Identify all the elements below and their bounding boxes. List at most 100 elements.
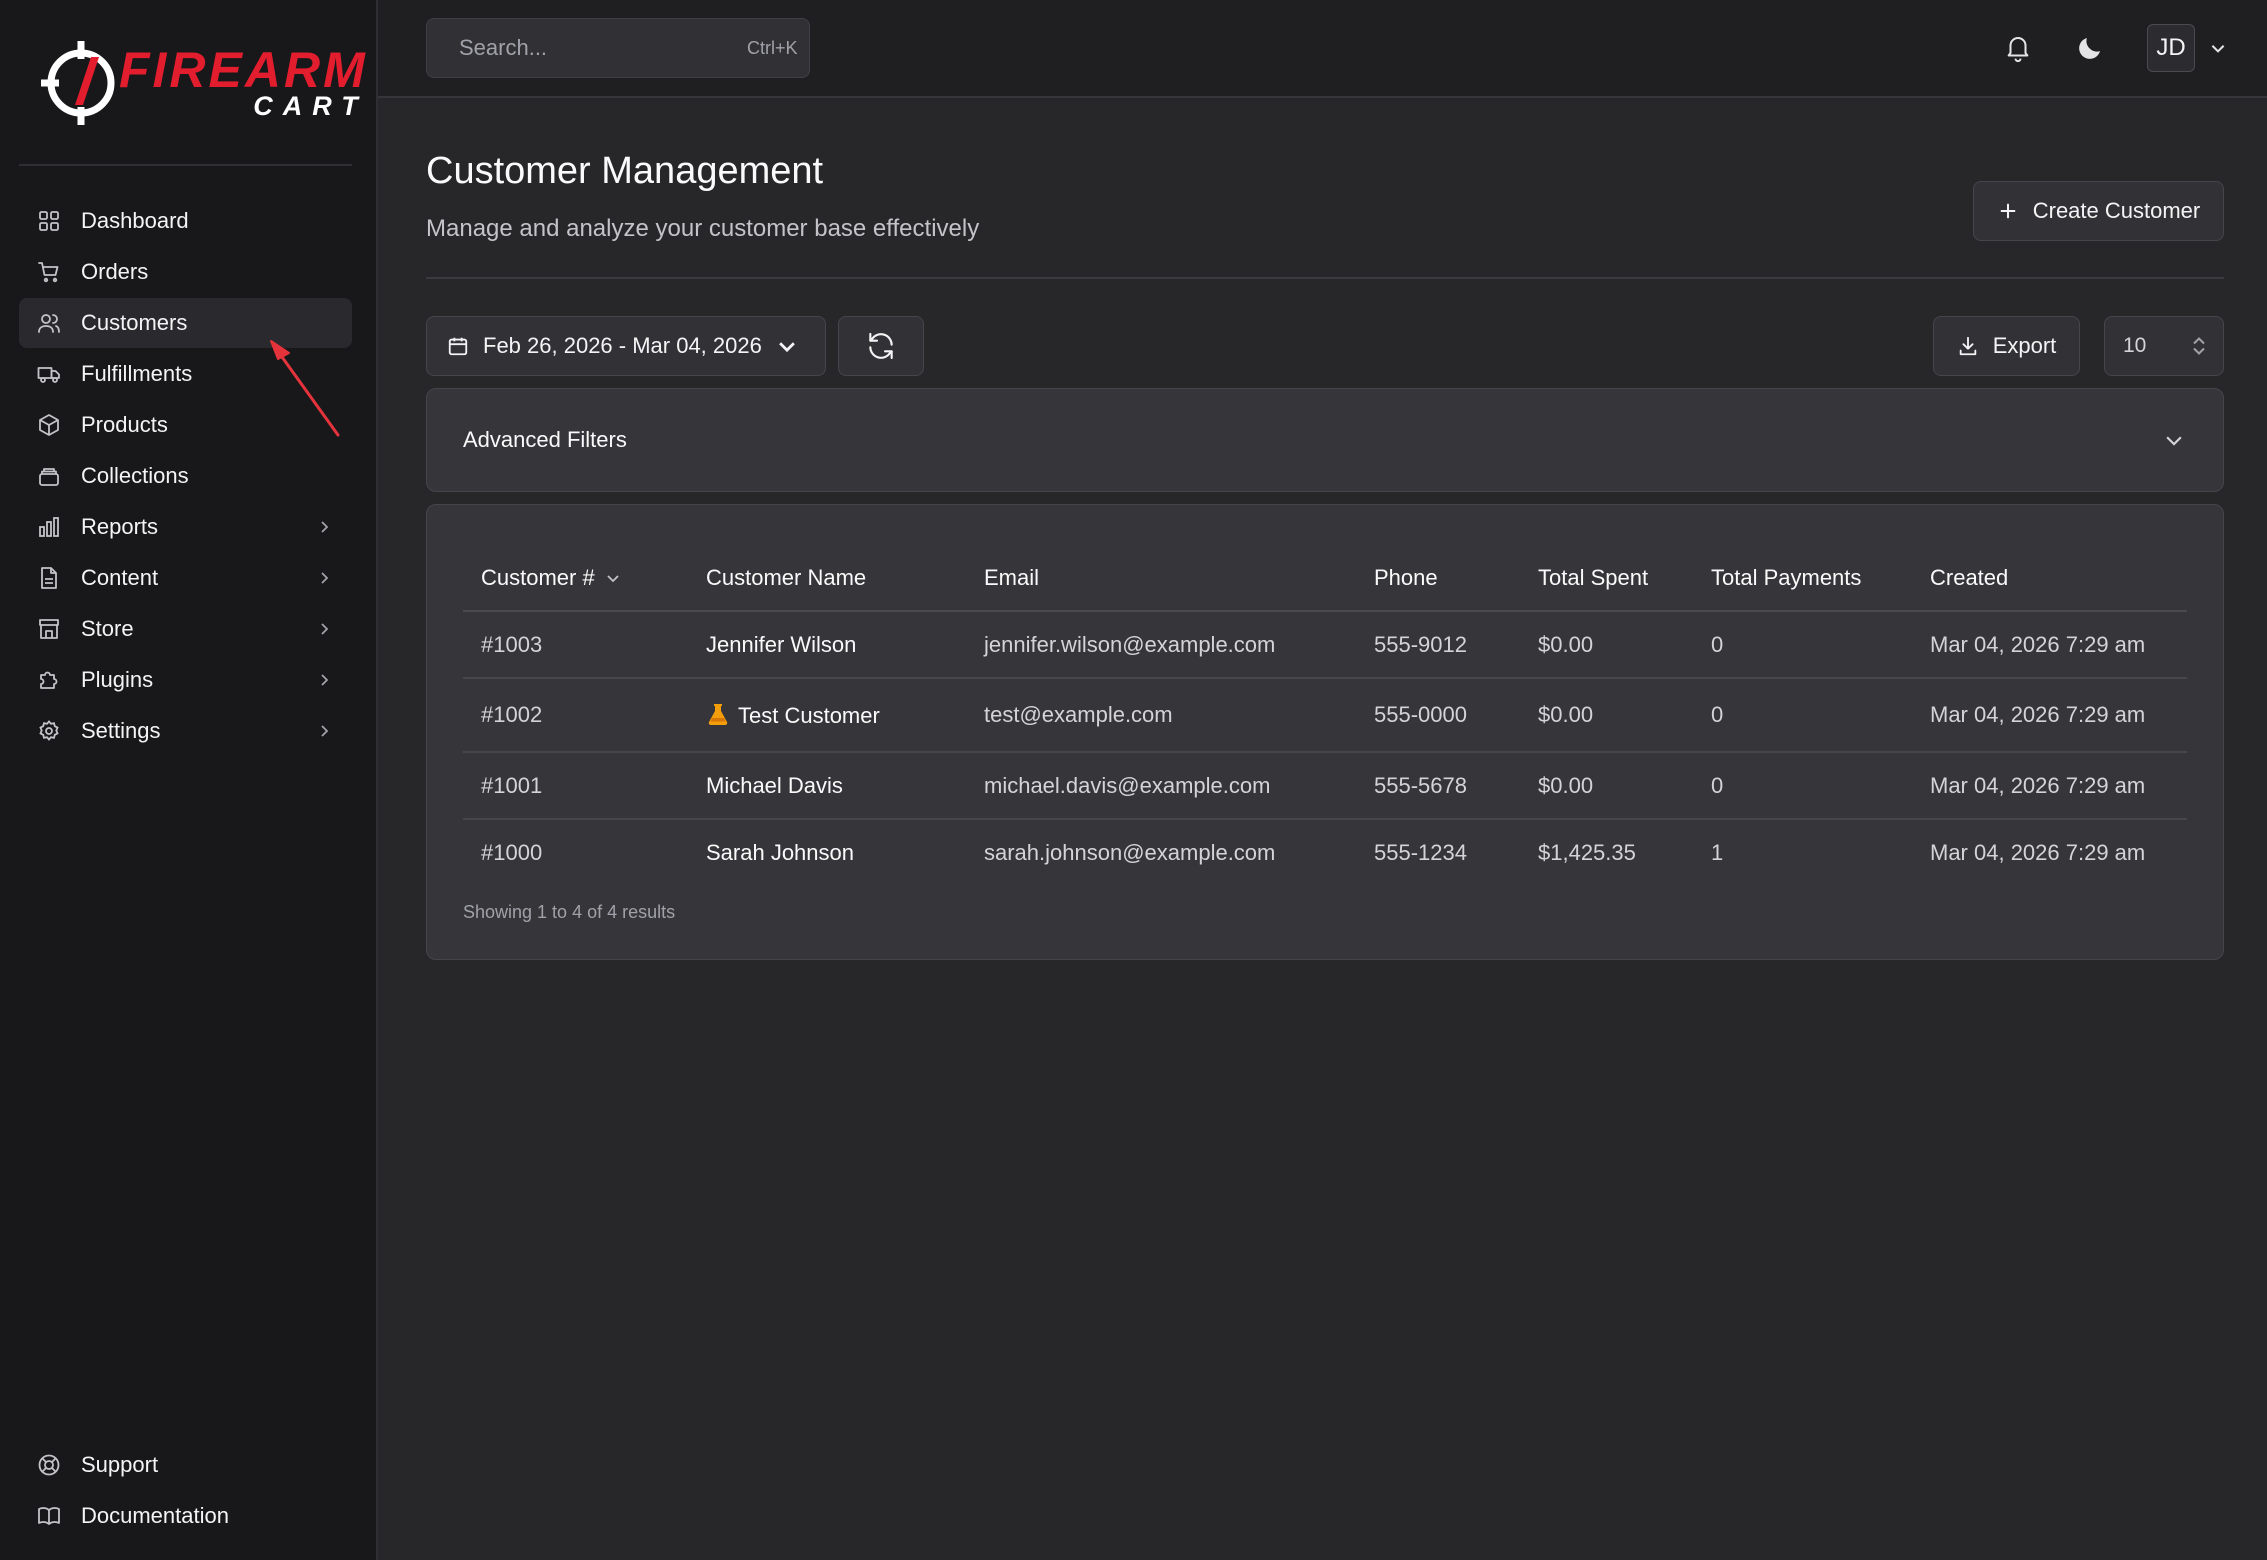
column-header-customer-number[interactable]: Customer #	[463, 545, 688, 612]
cell-created: Mar 04, 2026 7:29 am	[1930, 840, 2146, 865]
app-root: FIREARM CART Dashboard Orders Customers …	[0, 0, 2267, 1560]
chevron-right-icon	[321, 623, 329, 635]
sidebar-item-settings[interactable]: Settings	[19, 706, 352, 756]
column-header-phone: Phone	[1356, 545, 1520, 612]
cell-total-payments: 0	[1693, 752, 1912, 820]
cell-email: jennifer.wilson@example.com	[966, 611, 1356, 679]
sidebar-item-label: Dashboard	[81, 208, 189, 233]
cell-total-spent: $0.00	[1520, 611, 1693, 679]
cell-customer-name[interactable]: Michael Davis	[688, 752, 966, 820]
chevron-down-icon	[779, 342, 795, 353]
column-header-email: Email	[966, 545, 1356, 612]
sidebar-item-label: Customers	[81, 310, 188, 335]
sidebar-item-documentation[interactable]: Documentation	[19, 1491, 352, 1541]
cell-customer-name[interactable]: Jennifer Wilson	[688, 611, 966, 679]
sidebar-item-content[interactable]: Content	[19, 553, 352, 603]
chevron-down-icon	[607, 574, 619, 582]
per-page-value: 10	[2123, 334, 2147, 357]
cell-customer-number: #1001	[463, 752, 688, 820]
table-row[interactable]: #1002 Test Customer test@example.com 555…	[463, 678, 2187, 753]
page-subtitle: Manage and analyze your customer base ef…	[426, 215, 980, 242]
pagination-summary: Showing 1 to 4 of 4 results	[463, 902, 676, 922]
cell-total-payments: 1	[1711, 840, 1724, 865]
cell-created: Mar 04, 2026 7:29 am	[1912, 752, 2187, 820]
file-icon	[41, 567, 57, 589]
cell-customer-number: #1002	[463, 678, 688, 753]
cart-icon	[38, 262, 59, 283]
sidebar-item-plugins[interactable]: Plugins	[19, 655, 352, 705]
sidebar-item-customers[interactable]: Customers	[19, 298, 352, 348]
sidebar-item-label: Support	[81, 1452, 159, 1477]
cell-total-spent: $1,425.35	[1538, 840, 1636, 865]
puzzle-icon	[40, 671, 58, 689]
cell-phone: 555-9012	[1356, 611, 1520, 679]
calendar-icon	[448, 337, 468, 356]
customers-table-card: Customer # Customer Name Email Phone Tot…	[426, 504, 2224, 960]
cell-phone: 555-0000	[1356, 678, 1520, 753]
per-page-select[interactable]: 10	[2104, 316, 2224, 376]
date-range-picker[interactable]: Feb 26, 2026 - Mar 04, 2026	[426, 316, 826, 376]
sidebar-item-label: Collections	[81, 463, 189, 488]
brand-name: FIREARM	[119, 41, 368, 98]
customer-name-text: Test Customer	[738, 702, 880, 728]
table-row[interactable]: #1003 Jennifer Wilson jennifer.wilson@ex…	[463, 611, 2187, 679]
sidebar-item-dashboard[interactable]: Dashboard	[19, 196, 352, 246]
cell-customer-name[interactable]: Sarah Johnson	[688, 819, 966, 886]
brand-subname: CART	[253, 90, 368, 121]
layers-icon	[39, 468, 59, 486]
page-header: Customer Management Manage and analyze y…	[426, 98, 2224, 279]
sidebar-item-store[interactable]: Store	[19, 604, 352, 654]
search-box[interactable]: Ctrl+K	[426, 18, 810, 78]
advanced-filters-toggle[interactable]: Advanced Filters	[426, 388, 2224, 492]
sidebar-item-reports[interactable]: Reports	[19, 502, 352, 552]
date-range-label: Feb 26, 2026 - Mar 04, 2026	[483, 333, 762, 358]
sidebar-item-label: Content	[81, 565, 159, 590]
cell-phone: 555-5678	[1356, 752, 1520, 820]
table-toolbar: Feb 26, 2026 - Mar 04, 2026 Export 10	[426, 316, 2224, 376]
cell-email: michael.davis@example.com	[966, 752, 1356, 820]
box-icon	[39, 414, 59, 436]
sidebar-item-label: Documentation	[81, 1503, 229, 1528]
sidebar: FIREARM CART Dashboard Orders Customers …	[0, 0, 378, 1560]
advanced-filters-label: Advanced Filters	[463, 427, 627, 452]
avatar[interactable]: JD	[2147, 24, 2195, 72]
topbar-actions: JD	[2003, 24, 2227, 72]
cell-phone: 555-1234	[1374, 840, 1467, 865]
sidebar-item-collections[interactable]: Collections	[19, 451, 352, 501]
truck-icon	[37, 367, 60, 383]
chevron-updown-icon	[2193, 337, 2205, 355]
bell-icon[interactable]	[2003, 33, 2033, 63]
create-customer-button[interactable]: Create Customer	[1973, 181, 2224, 241]
export-label: Export	[1992, 333, 2057, 358]
chevron-down-icon[interactable]	[2209, 39, 2227, 57]
chevron-right-icon	[321, 674, 329, 686]
sidebar-item-products[interactable]: Products	[19, 400, 352, 450]
cell-created: Mar 04, 2026 7:29 am	[1912, 611, 2187, 679]
cell-customer-number: #1003	[463, 611, 688, 679]
sidebar-bottom: Support Documentation	[19, 1440, 352, 1560]
brand-logo[interactable]: FIREARM CART	[19, 0, 365, 166]
cell-customer-name[interactable]: Test Customer	[688, 678, 966, 753]
cell-email: sarah.johnson@example.com	[984, 840, 1276, 865]
sidebar-item-label: Store	[81, 616, 134, 641]
column-header-customer-name: Customer Name	[688, 545, 966, 612]
search-input[interactable]	[459, 35, 747, 61]
moon-icon[interactable]	[2075, 33, 2105, 63]
main-panel: Ctrl+K JD Customer Management Manage and…	[378, 0, 2267, 1560]
sidebar-item-support[interactable]: Support	[19, 1440, 352, 1490]
grid-icon	[39, 211, 59, 231]
table-row[interactable]: #1001 Michael Davis michael.davis@exampl…	[463, 752, 2187, 820]
bar-chart-icon	[39, 517, 59, 537]
table-row[interactable]: #1000 Sarah Johnson sarah.johnson@exampl…	[463, 819, 2187, 886]
export-button[interactable]: Export	[1933, 316, 2080, 376]
customers-table: Customer # Customer Name Email Phone Tot…	[463, 545, 2187, 886]
refresh-icon	[869, 332, 893, 360]
refresh-button[interactable]	[838, 316, 924, 376]
search-shortcut: Ctrl+K	[747, 37, 798, 58]
sidebar-item-fulfillments[interactable]: Fulfillments	[19, 349, 352, 399]
sidebar-item-orders[interactable]: Orders	[19, 247, 352, 297]
chevron-down-icon	[2166, 436, 2182, 446]
column-header-created: Created	[1912, 545, 2187, 612]
book-icon	[38, 1507, 60, 1525]
cell-total-payments: 0	[1693, 611, 1912, 679]
